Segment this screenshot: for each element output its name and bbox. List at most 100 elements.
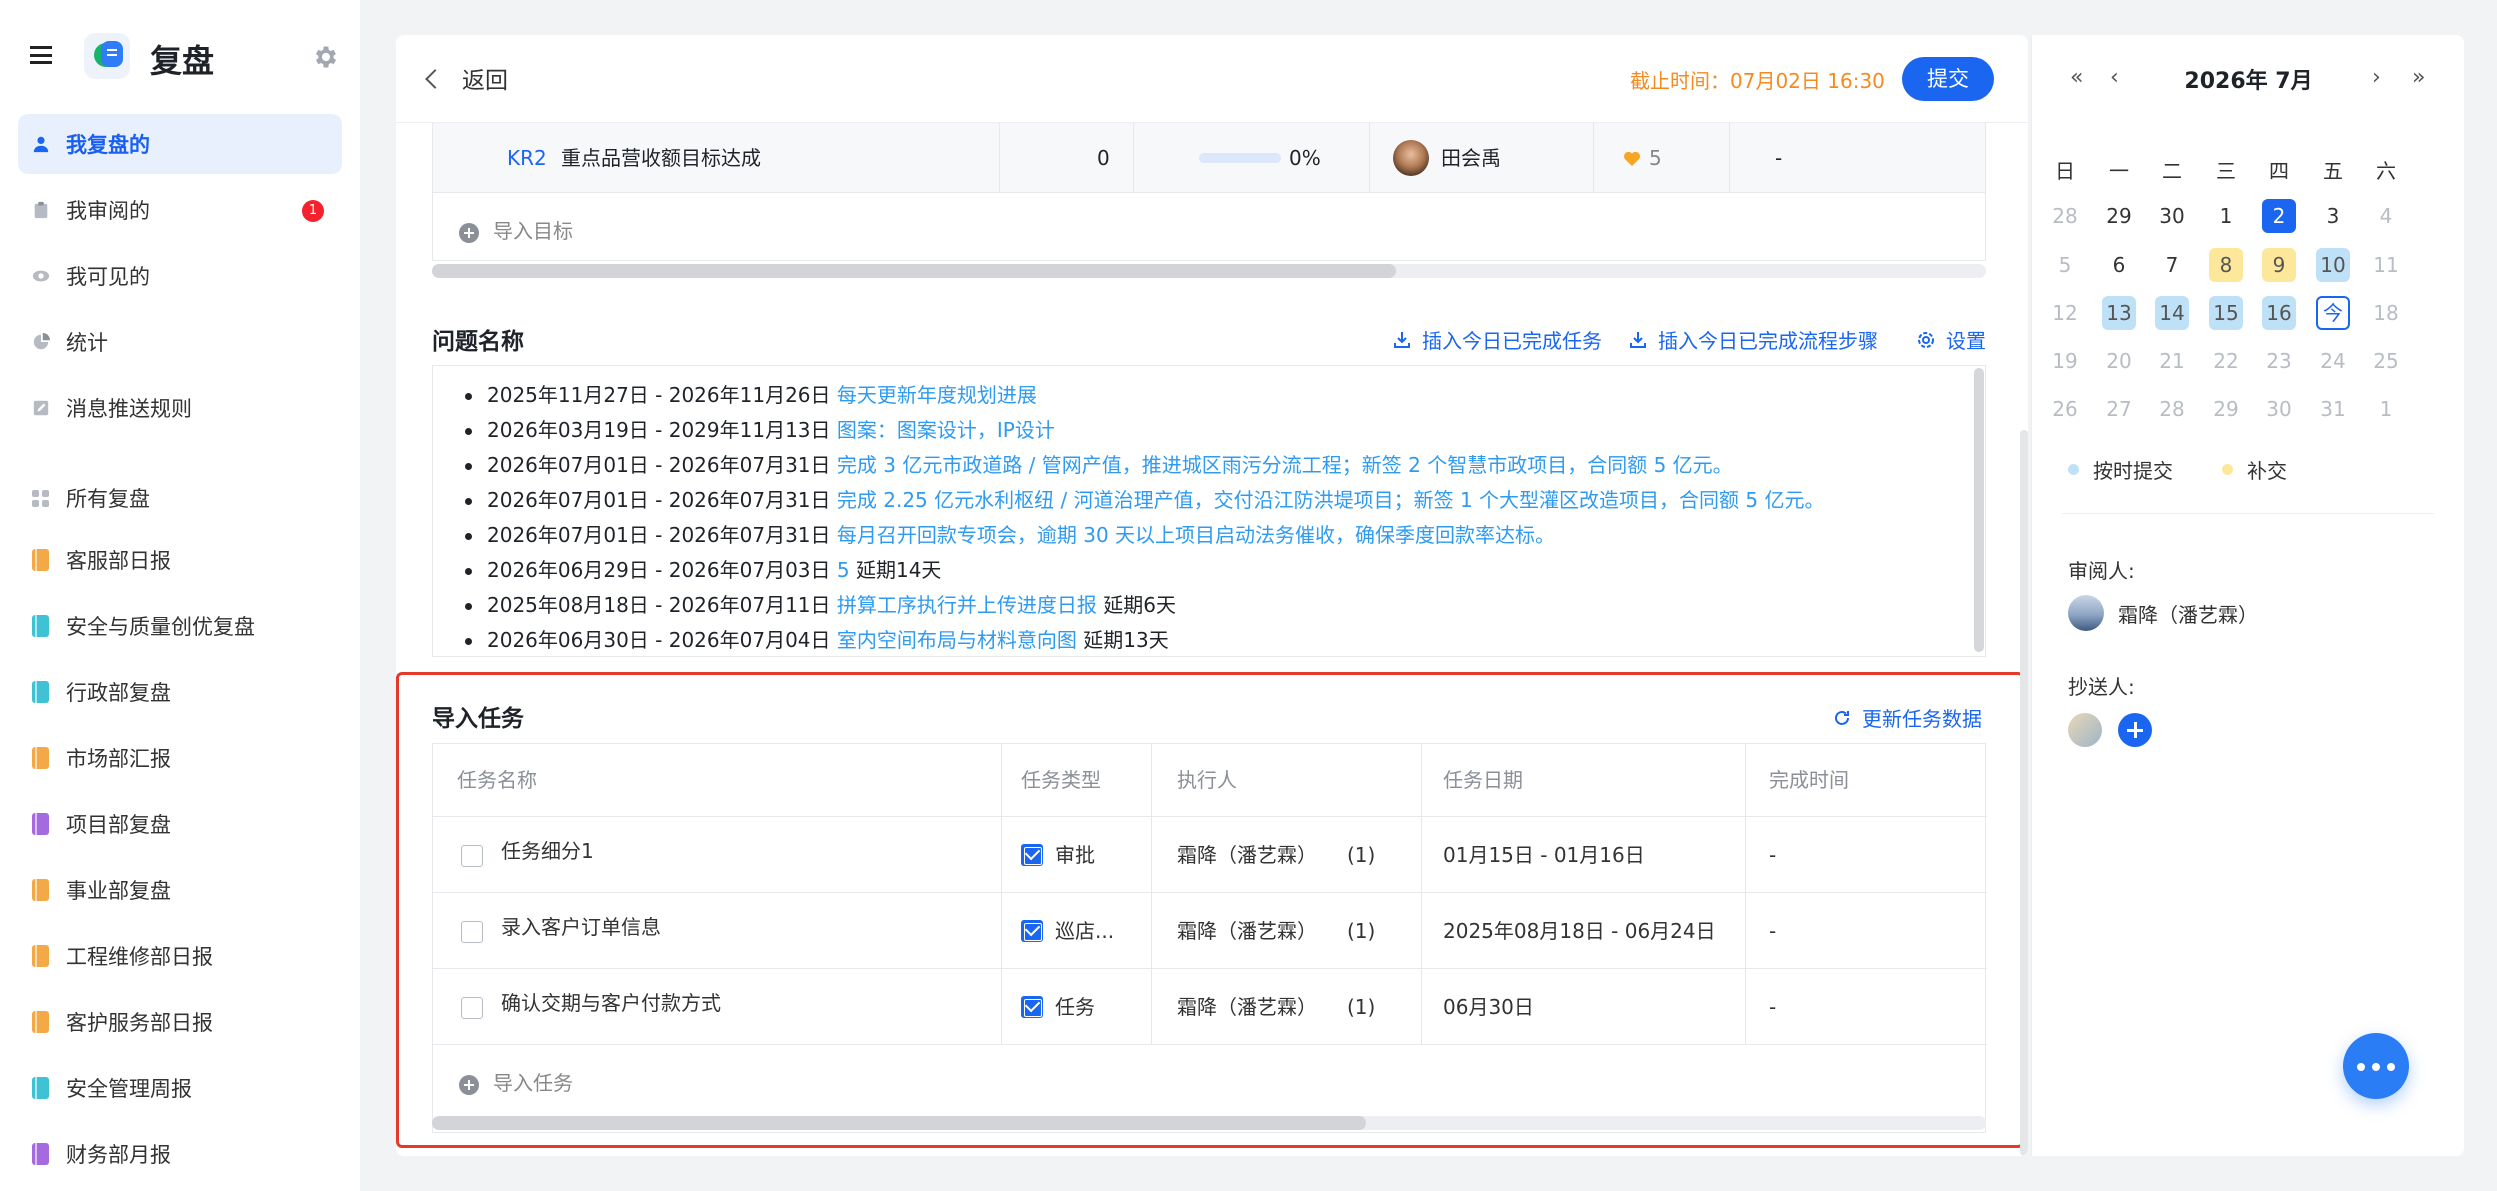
settings-button[interactable]: 设置 xyxy=(1916,325,1986,354)
refresh-tasks-button[interactable]: 更新任务数据 xyxy=(1832,703,1982,732)
calendar-day[interactable]: 28 xyxy=(2048,199,2082,233)
calendar-day[interactable]: 29 xyxy=(2102,199,2136,233)
sidebar-group-item[interactable]: 客服部日报 xyxy=(18,530,342,590)
sidebar-item-push-rules[interactable]: 消息推送规则 xyxy=(18,378,342,438)
calendar-day-selected[interactable]: 2 xyxy=(2262,199,2296,233)
sidebar-group-item[interactable]: 安全管理周报 xyxy=(18,1058,342,1118)
notebook-icon xyxy=(32,549,49,571)
calendar-today[interactable]: 今 xyxy=(2316,296,2350,330)
table-row[interactable]: 录入客户订单信息 巡店... 霜降（潘艺霖） (1) 2025年08月18日 -… xyxy=(433,892,1987,968)
calendar-day-ontime[interactable]: 14 xyxy=(2155,296,2189,330)
assignee-count: (1) xyxy=(1347,843,1376,867)
kr-code[interactable]: KR2 xyxy=(507,123,547,193)
edit-note-icon xyxy=(33,400,49,416)
sidebar-group-item[interactable]: 客护服务部日报 xyxy=(18,992,342,1052)
calendar-day[interactable]: 24 xyxy=(2316,344,2350,378)
calendar-day[interactable]: 27 xyxy=(2102,392,2136,426)
issue-link[interactable]: 完成 3 亿元市政道路 / 管网产值，推进城区雨污分流工程；新签 2 个智慧市政… xyxy=(837,453,1733,477)
calendar-day[interactable]: 4 xyxy=(2369,199,2403,233)
sidebar-group-item[interactable]: 财务部月报 xyxy=(18,1124,342,1184)
issue-link[interactable]: 5 xyxy=(837,558,850,582)
issue-link[interactable]: 每天更新年度规划进展 xyxy=(837,383,1037,407)
issue-link[interactable]: 图案：图案设计，IP设计 xyxy=(837,418,1055,442)
calendar-day[interactable]: 12 xyxy=(2048,296,2082,330)
calendar-day[interactable]: 5 xyxy=(2048,248,2082,282)
tasks-table: 任务名称 任务类型 执行人 任务日期 完成时间 任务细分1 审批 霜降（潘艺霖）… xyxy=(432,743,1987,1133)
issue-link[interactable]: 拼算工序执行并上传进度日报 xyxy=(837,593,1097,617)
calendar-day[interactable]: 18 xyxy=(2369,296,2403,330)
calendar-day-late[interactable]: 8 xyxy=(2209,248,2243,282)
submit-button[interactable]: 提交 xyxy=(1902,57,1994,101)
calendar-day[interactable]: 1 xyxy=(2369,392,2403,426)
calendar-day[interactable]: 7 xyxy=(2155,248,2189,282)
issue-list[interactable]: 2025年11月27日 - 2026年11月26日 每天更新年度规划进展 202… xyxy=(432,365,1986,657)
sidebar-item-label: 行政部复盘 xyxy=(66,681,171,705)
vertical-scrollbar-thumb[interactable] xyxy=(1974,368,1984,652)
calendar-day-ontime[interactable]: 16 xyxy=(2262,296,2296,330)
import-task-button[interactable]: 导入任务 xyxy=(459,1067,573,1096)
sidebar-group-item[interactable]: 事业部复盘 xyxy=(18,860,342,920)
sidebar-item-all-reviews[interactable]: 所有复盘 xyxy=(18,468,342,528)
calendar-day[interactable]: 29 xyxy=(2209,392,2243,426)
calendar-day-ontime[interactable]: 10 xyxy=(2316,248,2350,282)
calendar-day-ontime[interactable]: 15 xyxy=(2209,296,2243,330)
calendar-day[interactable]: 11 xyxy=(2369,248,2403,282)
calendar-day[interactable]: 21 xyxy=(2155,344,2189,378)
insert-completed-steps-button[interactable]: 插入今日已完成流程步骤 xyxy=(1628,325,1878,354)
back-button[interactable]: 返回 xyxy=(425,61,508,95)
main-vertical-scrollbar[interactable] xyxy=(2020,430,2028,1156)
sidebar-group-item[interactable]: 行政部复盘 xyxy=(18,662,342,722)
calendar-day[interactable]: 30 xyxy=(2262,392,2296,426)
calendar-day[interactable]: 30 xyxy=(2155,199,2189,233)
table-row[interactable]: 任务细分1 审批 霜降（潘艺霖） (1) 01月15日 - 01月16日 - xyxy=(433,816,1987,892)
calendar-day-late[interactable]: 9 xyxy=(2262,248,2296,282)
sidebar-item-visible[interactable]: 我可见的 xyxy=(18,246,342,306)
sidebar-item-label: 财务部月报 xyxy=(66,1143,171,1167)
row-checkbox[interactable] xyxy=(461,845,483,867)
calendar-day[interactable]: 1 xyxy=(2209,199,2243,233)
issue-link[interactable]: 每月召开回款专项会，逾期 30 天以上项目启动法务催收，确保季度回款率达标。 xyxy=(837,523,1555,547)
add-cc-button[interactable] xyxy=(2118,713,2152,747)
next-month-icon[interactable]: › xyxy=(2372,65,2381,90)
calendar-day[interactable]: 6 xyxy=(2102,248,2136,282)
calendar-day[interactable]: 3 xyxy=(2316,199,2350,233)
delay-label: 延期14天 xyxy=(855,558,942,582)
row-checkbox[interactable] xyxy=(461,997,483,1019)
next-year-icon[interactable]: » xyxy=(2412,65,2425,90)
issue-link[interactable]: 室内空间布局与材料意向图 xyxy=(837,628,1077,652)
calendar-day[interactable]: 25 xyxy=(2369,344,2403,378)
import-goal-button[interactable]: 导入目标 xyxy=(459,215,573,244)
sidebar-group-item[interactable]: 项目部复盘 xyxy=(18,794,342,854)
calendar-day-ontime[interactable]: 13 xyxy=(2102,296,2136,330)
task-name: 录入客户订单信息 xyxy=(501,915,661,939)
checkbox-checked-icon xyxy=(1021,995,1043,1018)
sidebar-item-statistics[interactable]: 统计 xyxy=(18,312,342,372)
settings-gear-icon[interactable] xyxy=(312,43,340,71)
horizontal-scrollbar-thumb[interactable] xyxy=(432,1116,1366,1130)
sidebar-group-item[interactable]: 安全与质量创优复盘 xyxy=(18,596,342,656)
calendar-day[interactable]: 19 xyxy=(2048,344,2082,378)
menu-icon[interactable] xyxy=(30,46,52,64)
table-row[interactable]: 确认交期与客户付款方式 任务 霜降（潘艺霖） (1) 06月30日 - xyxy=(433,968,1987,1044)
calendar-day[interactable]: 22 xyxy=(2209,344,2243,378)
section-title: 问题名称 xyxy=(432,329,524,355)
calendar-day[interactable]: 31 xyxy=(2316,392,2350,426)
row-checkbox[interactable] xyxy=(461,921,483,943)
insert-completed-tasks-button[interactable]: 插入今日已完成任务 xyxy=(1392,325,1602,354)
sidebar-item-label: 统计 xyxy=(66,331,108,355)
sidebar-group-item[interactable]: 市场部汇报 xyxy=(18,728,342,788)
task-assignee: 霜降（潘艺霖） xyxy=(1177,995,1317,1019)
sidebar-group-item[interactable]: 工程维修部日报 xyxy=(18,926,342,986)
like-count[interactable]: 5 xyxy=(1623,123,1662,193)
calendar-day[interactable]: 20 xyxy=(2102,344,2136,378)
horizontal-scrollbar-thumb[interactable] xyxy=(432,264,1396,278)
sidebar-item-reviewed-by-me[interactable]: 我审阅的 1 xyxy=(18,180,342,240)
calendar-day[interactable]: 26 xyxy=(2048,392,2082,426)
calendar-day[interactable]: 23 xyxy=(2262,344,2296,378)
notebook-icon xyxy=(32,681,49,703)
calendar-day[interactable]: 28 xyxy=(2155,392,2189,426)
sidebar-item-my-reviews[interactable]: 我复盘的 xyxy=(18,114,342,174)
more-actions-button[interactable] xyxy=(2343,1033,2409,1099)
issue-link[interactable]: 完成 2.25 亿元水利枢纽 / 河道治理产值，交付沿江防洪堤项目；新签 1 个… xyxy=(837,488,1825,512)
delay-label: 延期6天 xyxy=(1103,593,1176,617)
